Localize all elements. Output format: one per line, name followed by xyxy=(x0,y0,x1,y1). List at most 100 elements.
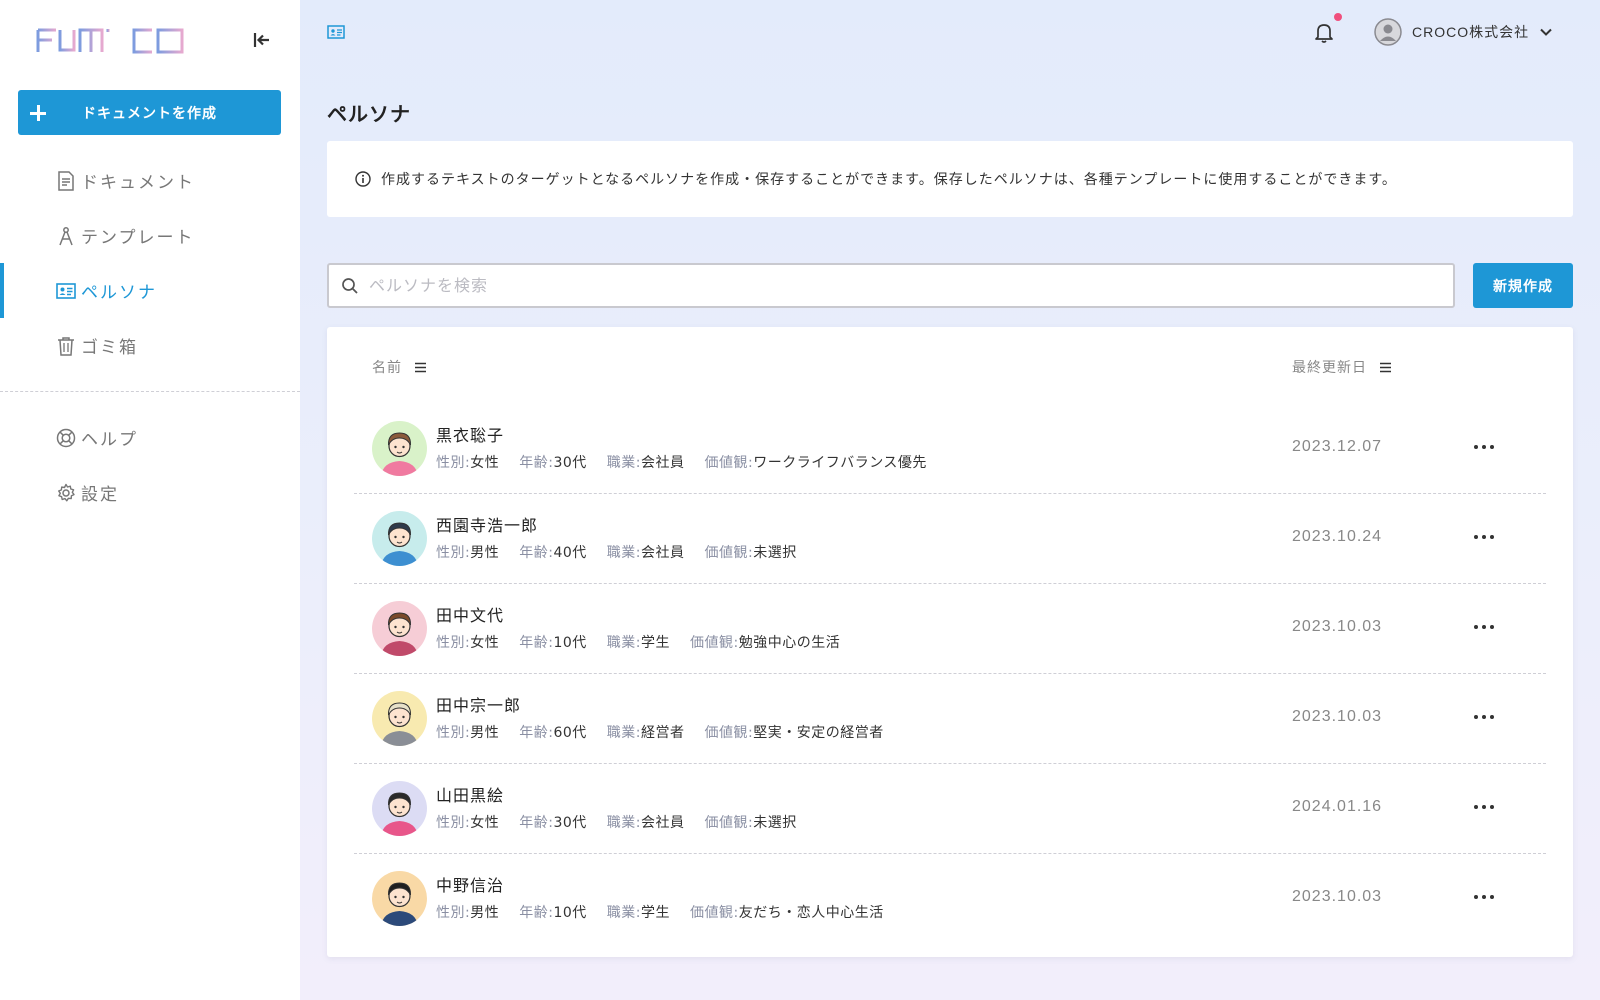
persona-values: 価値観:未選択 xyxy=(704,815,797,831)
id-card-icon xyxy=(55,280,77,302)
main-nav: ドキュメント テンプレート ペルソナ ゴミ箱 xyxy=(0,153,300,373)
more-options-icon[interactable] xyxy=(1469,704,1499,730)
persona-gender: 性別:男性 xyxy=(436,725,500,741)
info-text: 作成するテキストのターゲットとなるペルソナを作成・保存することができます。保存し… xyxy=(381,172,1397,188)
collapse-sidebar-icon[interactable] xyxy=(252,30,272,50)
page-title: ペルソナ xyxy=(327,102,411,126)
persona-row[interactable]: 中野信治 性別:男性 年齢:10代 職業:学生 価値観:友だち・恋人中心生活 2… xyxy=(354,852,1546,944)
persona-age: 年齢:30代 xyxy=(519,455,587,471)
persona-age: 年齢:40代 xyxy=(519,545,587,561)
persona-age: 年齢:60代 xyxy=(519,725,587,741)
sidebar-item-templates[interactable]: テンプレート xyxy=(0,208,300,263)
persona-values: 価値観:ワークライフバランス優先 xyxy=(704,455,927,471)
more-options-icon[interactable] xyxy=(1469,614,1499,640)
more-options-icon[interactable] xyxy=(1469,884,1499,910)
persona-attributes: 性別:男性 年齢:60代 職業:経営者 価値観:堅実・安定の経営者 xyxy=(436,722,904,742)
persona-updated-date: 2023.10.03 xyxy=(1292,618,1383,635)
id-card-icon xyxy=(327,25,345,39)
column-header-date[interactable]: 最終更新日 xyxy=(1292,357,1392,377)
persona-age: 年齢:10代 xyxy=(519,635,587,651)
sidebar-item-label: 設定 xyxy=(81,485,119,505)
persona-row[interactable]: 黒衣聡子 性別:女性 年齢:30代 職業:会社員 価値観:ワークライフバランス優… xyxy=(354,402,1546,494)
sidebar-item-label: ドキュメント xyxy=(81,173,195,193)
persona-updated-date: 2023.10.24 xyxy=(1292,528,1383,545)
persona-gender: 性別:女性 xyxy=(436,455,500,471)
persona-attributes: 性別:女性 年齢:10代 職業:学生 価値観:勉強中心の生活 xyxy=(436,632,860,652)
persona-job: 職業:会社員 xyxy=(606,545,685,561)
persona-list: 名前 最終更新日 黒衣聡子 性別:女性 年齢:30代 職業:会社員 価値観:ワー… xyxy=(327,327,1573,957)
persona-avatar xyxy=(372,871,427,926)
persona-job: 職業:会社員 xyxy=(606,455,685,471)
sidebar-item-documents[interactable]: ドキュメント xyxy=(0,153,300,208)
sidebar-item-label: ゴミ箱 xyxy=(81,338,138,358)
notification-bell-icon[interactable] xyxy=(1312,20,1336,44)
persona-gender: 性別:女性 xyxy=(436,815,500,831)
search-bar xyxy=(327,263,1455,308)
fumi-co-logo[interactable] xyxy=(36,22,186,58)
notification-badge xyxy=(1334,13,1342,21)
plus-icon xyxy=(30,104,46,121)
sidebar-item-settings[interactable]: 設定 xyxy=(0,465,300,520)
persona-attributes: 性別:女性 年齢:30代 職業:会社員 価値観:ワークライフバランス優先 xyxy=(436,452,947,472)
persona-updated-date: 2024.01.16 xyxy=(1292,798,1383,815)
persona-name: 山田黒絵 xyxy=(436,786,505,805)
sidebar-item-trash[interactable]: ゴミ箱 xyxy=(0,318,300,373)
persona-avatar xyxy=(372,691,427,746)
persona-gender: 性別:男性 xyxy=(436,545,500,561)
trash-icon xyxy=(55,335,77,357)
sidebar-divider xyxy=(0,391,300,392)
column-header-label: 最終更新日 xyxy=(1292,360,1367,376)
persona-name: 田中文代 xyxy=(436,606,505,625)
sidebar-item-personas[interactable]: ペルソナ xyxy=(0,263,300,318)
persona-name: 黒衣聡子 xyxy=(436,426,505,445)
persona-avatar xyxy=(372,511,427,566)
sidebar-item-label: ヘルプ xyxy=(81,430,138,450)
persona-attributes: 性別:男性 年齢:10代 職業:学生 価値観:友だち・恋人中心生活 xyxy=(436,902,904,922)
more-options-icon[interactable] xyxy=(1469,434,1499,460)
info-banner: 作成するテキストのターゲットとなるペルソナを作成・保存することができます。保存し… xyxy=(327,141,1573,217)
search-icon xyxy=(342,277,358,294)
sidebar: ドキュメントを作成 ドキュメント テンプレート ペルソナ ゴミ箱 ヘルプ 設定 xyxy=(0,0,300,1000)
persona-updated-date: 2023.10.03 xyxy=(1292,708,1383,725)
persona-name: 中野信治 xyxy=(436,876,505,895)
user-avatar-icon xyxy=(1374,18,1402,46)
more-options-icon[interactable] xyxy=(1469,524,1499,550)
persona-attributes: 性別:男性 年齢:40代 職業:会社員 価値観:未選択 xyxy=(436,542,817,562)
persona-name: 西園寺浩一郎 xyxy=(436,516,539,535)
column-header-label: 名前 xyxy=(372,360,402,376)
persona-values: 価値観:堅実・安定の経営者 xyxy=(704,725,884,741)
persona-gender: 性別:女性 xyxy=(436,635,500,651)
new-persona-button[interactable]: 新規作成 xyxy=(1473,263,1573,308)
persona-attributes: 性別:女性 年齢:30代 職業:会社員 価値観:未選択 xyxy=(436,812,817,832)
persona-job: 職業:会社員 xyxy=(606,815,685,831)
persona-row[interactable]: 西園寺浩一郎 性別:男性 年齢:40代 職業:会社員 価値観:未選択 2023.… xyxy=(354,492,1546,584)
column-header-name[interactable]: 名前 xyxy=(372,357,427,377)
persona-gender: 性別:男性 xyxy=(436,905,500,921)
sort-menu-icon xyxy=(415,362,426,372)
persona-age: 年齢:10代 xyxy=(519,905,587,921)
more-options-icon[interactable] xyxy=(1469,794,1499,820)
create-document-label: ドキュメントを作成 xyxy=(82,105,217,122)
persona-age: 年齢:30代 xyxy=(519,815,587,831)
gear-icon xyxy=(55,482,77,504)
account-menu[interactable]: CROCO株式会社 xyxy=(1374,16,1553,48)
search-input[interactable] xyxy=(369,276,1369,295)
create-document-button[interactable]: ドキュメントを作成 xyxy=(18,90,281,135)
sidebar-item-label: テンプレート xyxy=(81,228,195,248)
persona-row[interactable]: 田中宗一郎 性別:男性 年齢:60代 職業:経営者 価値観:堅実・安定の経営者 … xyxy=(354,672,1546,764)
document-icon xyxy=(55,170,77,192)
secondary-nav: ヘルプ 設定 xyxy=(0,410,300,520)
persona-updated-date: 2023.12.07 xyxy=(1292,438,1383,455)
persona-values: 価値観:友だち・恋人中心生活 xyxy=(689,905,884,921)
sidebar-item-label: ペルソナ xyxy=(81,283,157,303)
chevron-down-icon xyxy=(1540,28,1552,36)
sort-menu-icon xyxy=(1380,362,1391,372)
persona-job: 職業:学生 xyxy=(606,635,670,651)
persona-avatar xyxy=(372,421,427,476)
persona-row[interactable]: 田中文代 性別:女性 年齢:10代 職業:学生 価値観:勉強中心の生活 2023… xyxy=(354,582,1546,674)
persona-avatar xyxy=(372,601,427,656)
persona-row[interactable]: 山田黒絵 性別:女性 年齢:30代 職業:会社員 価値観:未選択 2024.01… xyxy=(354,762,1546,854)
persona-avatar xyxy=(372,781,427,836)
sidebar-item-help[interactable]: ヘルプ xyxy=(0,410,300,465)
info-icon xyxy=(355,171,371,187)
